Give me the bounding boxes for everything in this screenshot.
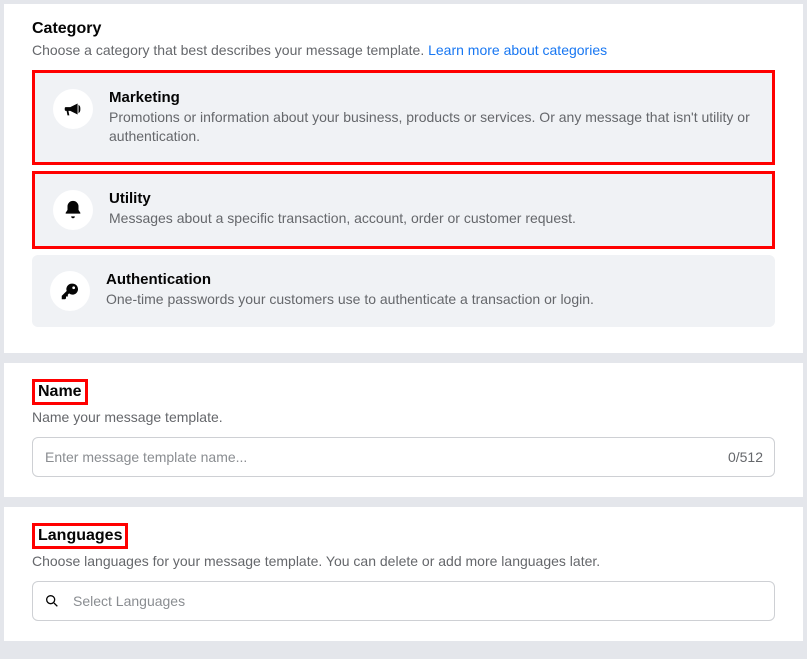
card-desc: Messages about a specific transaction, a… bbox=[109, 209, 754, 228]
name-title: Name bbox=[38, 383, 82, 400]
category-title: Category bbox=[32, 20, 775, 38]
name-desc: Name your message template. bbox=[32, 409, 775, 425]
category-panel: Category Choose a category that best des… bbox=[4, 4, 803, 353]
category-desc-text: Choose a category that best describes yo… bbox=[32, 42, 428, 58]
languages-input[interactable] bbox=[32, 581, 775, 621]
category-desc: Choose a category that best describes yo… bbox=[32, 42, 775, 58]
languages-desc: Choose languages for your message templa… bbox=[32, 553, 775, 569]
key-icon bbox=[50, 271, 90, 311]
search-icon bbox=[44, 593, 60, 609]
card-desc: One-time passwords your customers use to… bbox=[106, 290, 757, 309]
card-title: Authentication bbox=[106, 271, 757, 288]
char-counter: 0/512 bbox=[728, 449, 763, 465]
card-text: Marketing Promotions or information abou… bbox=[109, 89, 754, 146]
megaphone-icon bbox=[53, 89, 93, 129]
card-title: Utility bbox=[109, 190, 754, 207]
bell-icon bbox=[53, 190, 93, 230]
category-card-authentication[interactable]: Authentication One-time passwords your c… bbox=[32, 255, 775, 327]
languages-title-highlight: Languages bbox=[32, 523, 128, 549]
name-input-wrap: 0/512 bbox=[32, 437, 775, 477]
card-text: Authentication One-time passwords your c… bbox=[106, 271, 757, 309]
name-input[interactable] bbox=[32, 437, 775, 477]
card-title: Marketing bbox=[109, 89, 754, 106]
languages-panel: Languages Choose languages for your mess… bbox=[4, 507, 803, 641]
card-text: Utility Messages about a specific transa… bbox=[109, 190, 754, 228]
languages-title: Languages bbox=[38, 527, 122, 544]
card-desc: Promotions or information about your bus… bbox=[109, 108, 754, 146]
name-panel: Name Name your message template. 0/512 bbox=[4, 363, 803, 497]
learn-more-link[interactable]: Learn more about categories bbox=[428, 42, 607, 58]
category-card-marketing[interactable]: Marketing Promotions or information abou… bbox=[32, 70, 775, 165]
languages-search-wrap bbox=[32, 581, 775, 621]
category-card-utility[interactable]: Utility Messages about a specific transa… bbox=[32, 171, 775, 249]
name-title-highlight: Name bbox=[32, 379, 88, 405]
